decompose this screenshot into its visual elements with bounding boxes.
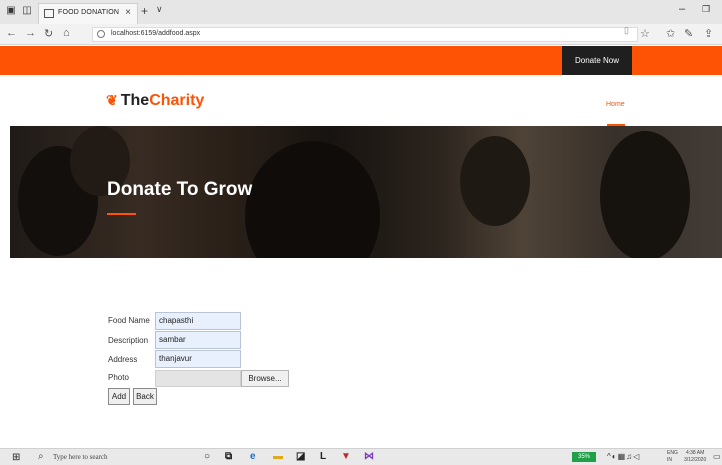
refresh-icon[interactable]: ↻ [44,27,53,40]
hero-title: Donate To Grow [107,179,253,200]
cortana-icon[interactable]: ○ [204,451,210,462]
tab-list-icon[interactable]: ∨ [156,4,163,15]
browser-tab[interactable]: FOOD DONATION × [38,3,138,24]
pen-icon[interactable]: ✎ [684,27,693,40]
add-button[interactable]: Add [108,388,130,405]
reading-view-icon[interactable]: ▯ [624,25,629,36]
lang-line2: IN [667,457,672,463]
url-text: localhost:6159/addfood.aspx [111,30,201,37]
notifications-icon[interactable]: ▭ [713,452,721,461]
browse-button[interactable]: Browse... [241,370,289,387]
tab-actions-icon[interactable]: ▣ [4,4,18,18]
logo-text-charity: Charity [149,92,205,109]
share-icon[interactable]: ⇪ [704,27,713,40]
site-info-icon[interactable] [97,30,105,38]
tab-preview-icon[interactable]: ◫ [20,4,34,18]
clock-date: 3/12/2020 [684,457,707,463]
description-label: Description [108,336,149,345]
donate-now-button[interactable]: Donate Now [562,46,632,75]
nav-home-link[interactable]: Home [606,101,625,108]
address-input[interactable]: thanjavur [155,350,241,368]
tab-title: FOOD DONATION [58,9,120,16]
clock-time: 4:38 AM [685,450,705,456]
lang-line1: ENG [667,450,678,456]
system-tray-icons[interactable]: ^◐▦♫◁ [607,452,640,461]
store-icon[interactable]: ◪ [296,451,305,462]
hero-accent-line [107,213,136,215]
photo-file-input[interactable] [155,370,241,387]
taskbar-search-input[interactable]: Type here to search [53,453,108,461]
back-button[interactable]: Back [133,388,157,405]
favorite-star-icon[interactable]: ☆ [640,27,650,40]
food-name-input[interactable]: chapasthi [155,312,241,330]
visual-studio-icon[interactable]: ⋈ [364,451,374,462]
battery-indicator[interactable]: 35% [572,452,596,462]
food-name-label: Food Name [108,316,150,325]
home-icon[interactable]: ⌂ [63,27,70,39]
minimize-icon[interactable]: – [679,3,685,15]
photo-label: Photo [108,373,129,382]
new-tab-icon[interactable]: + [141,4,148,18]
description-input[interactable]: sambar [155,331,241,349]
address-bar: ← → ↻ ⌂ localhost:6159/addfood.aspx ▯ ☆ … [0,24,722,45]
back-icon[interactable]: ← [6,27,17,39]
app-l-icon[interactable]: L [320,451,326,462]
language-indicator[interactable]: ENG IN [667,450,678,464]
forward-icon[interactable]: → [25,27,36,39]
url-input[interactable]: localhost:6159/addfood.aspx [92,27,638,42]
windows-start-icon[interactable]: ⊞ [12,452,20,463]
logo-text-the: The [120,92,150,109]
tab-close-icon[interactable]: × [125,7,131,18]
browser-tab-bar: ▣ ◫ FOOD DONATION × + ∨ – ❐ [0,0,722,24]
file-explorer-icon[interactable]: ▬ [273,451,283,462]
windows-taskbar: ⊞ ⌕ Type here to search ○ ⧉ e ▬ ◪ L ▼ ⋈ … [0,448,722,465]
task-view-icon[interactable]: ⧉ [225,451,232,462]
page-icon [44,9,54,18]
favorites-icon[interactable]: ✩ [666,27,675,40]
antivirus-icon[interactable]: ▼ [341,451,351,462]
edge-browser-icon[interactable]: e [250,451,256,462]
site-logo[interactable]: ❦ TheCharity [106,92,204,110]
clock[interactable]: 4:38 AM 3/12/2020 [684,450,706,464]
hero-banner: Donate To Grow [10,126,722,258]
search-icon[interactable]: ⌕ [38,451,44,462]
restore-icon[interactable]: ❐ [702,4,710,15]
address-label: Address [108,355,138,364]
heart-logo-icon: ❦ [106,92,118,108]
